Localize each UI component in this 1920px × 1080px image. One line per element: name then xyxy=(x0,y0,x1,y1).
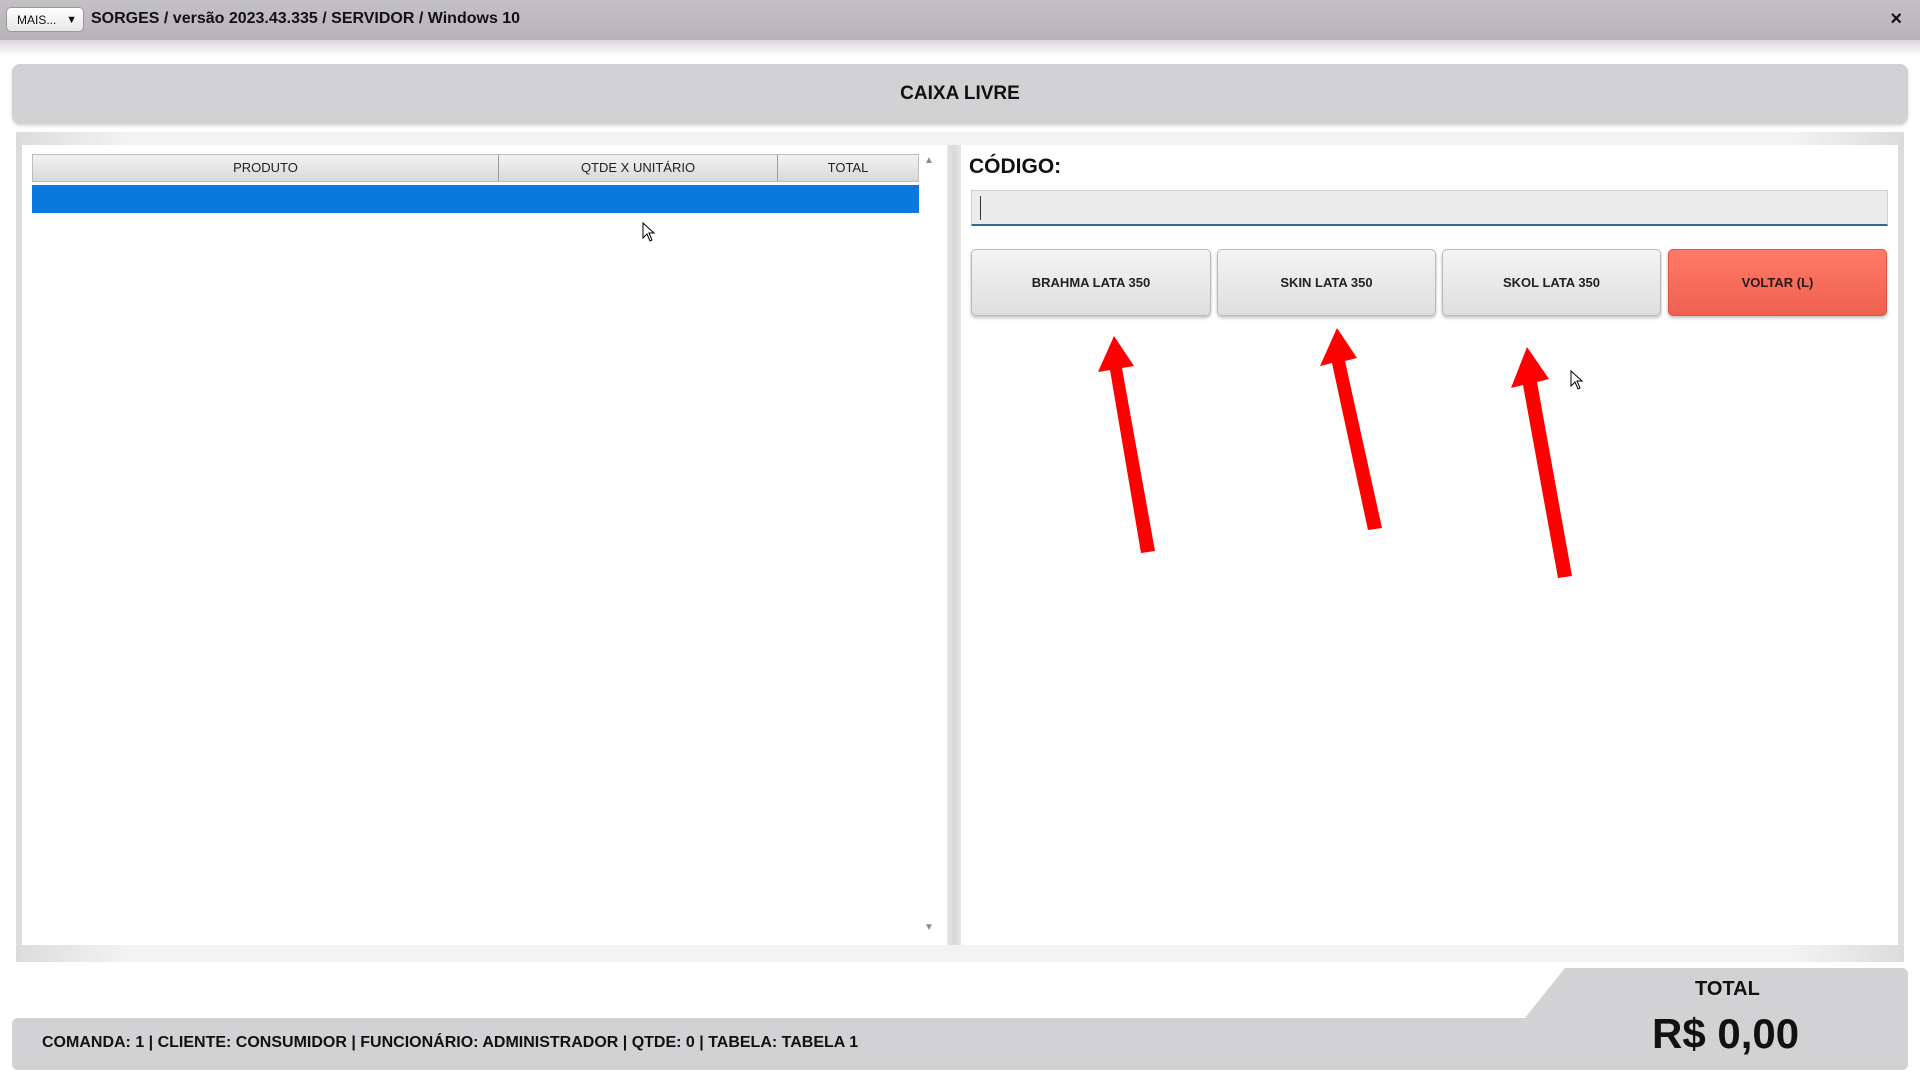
codigo-input[interactable] xyxy=(971,190,1888,226)
title-bar-shade xyxy=(0,40,1920,56)
panel-divider[interactable] xyxy=(947,145,961,945)
scroll-up-icon[interactable]: ▲ xyxy=(924,155,934,166)
codigo-label: CÓDIGO: xyxy=(969,155,1062,178)
table-row-selected[interactable] xyxy=(32,185,919,213)
column-header-total[interactable]: TOTAL xyxy=(778,155,918,181)
voltar-button[interactable]: VOLTAR (L) xyxy=(1668,249,1887,316)
mais-dropdown-button[interactable]: MAIS... ▼ xyxy=(6,7,84,32)
grid-scrollbar[interactable]: ▲ ▼ xyxy=(919,153,941,935)
total-box: TOTAL R$ 0,00 xyxy=(1525,968,1908,1070)
scroll-down-icon[interactable]: ▼ xyxy=(924,922,934,933)
footer-info: COMANDA: 1 | CLIENTE: CONSUMIDOR | FUNCI… xyxy=(42,1034,859,1051)
total-label: TOTAL xyxy=(1695,978,1760,1000)
skol-lata-button[interactable]: SKOL LATA 350 xyxy=(1442,249,1661,316)
grid-header: PRODUTO QTDE X UNITÁRIO TOTAL xyxy=(32,154,919,182)
close-icon[interactable]: × xyxy=(1890,8,1902,31)
brahma-lata-button[interactable]: BRAHMA LATA 350 xyxy=(971,249,1211,316)
total-value: R$ 0,00 xyxy=(1652,1010,1800,1057)
caixa-status: CAIXA LIVRE xyxy=(12,64,1908,124)
text-caret xyxy=(980,196,981,220)
column-header-qtde[interactable]: QTDE X UNITÁRIO xyxy=(499,155,778,181)
column-header-produto[interactable]: PRODUTO xyxy=(33,155,499,181)
mouse-cursor-icon xyxy=(642,222,656,242)
skin-lata-button[interactable]: SKIN LATA 350 xyxy=(1217,249,1436,316)
chevron-down-icon: ▼ xyxy=(66,14,77,26)
items-grid-panel: PRODUTO QTDE X UNITÁRIO TOTAL ▲ ▼ xyxy=(22,145,947,945)
app-title: SORGES / versão 2023.43.335 / SERVIDOR /… xyxy=(91,10,521,27)
entry-panel: CÓDIGO: BRAHMA LATA 350 SKIN LATA 350 SK… xyxy=(961,145,1898,945)
mais-label: MAIS... xyxy=(17,13,57,27)
mouse-cursor-icon xyxy=(1570,370,1584,390)
